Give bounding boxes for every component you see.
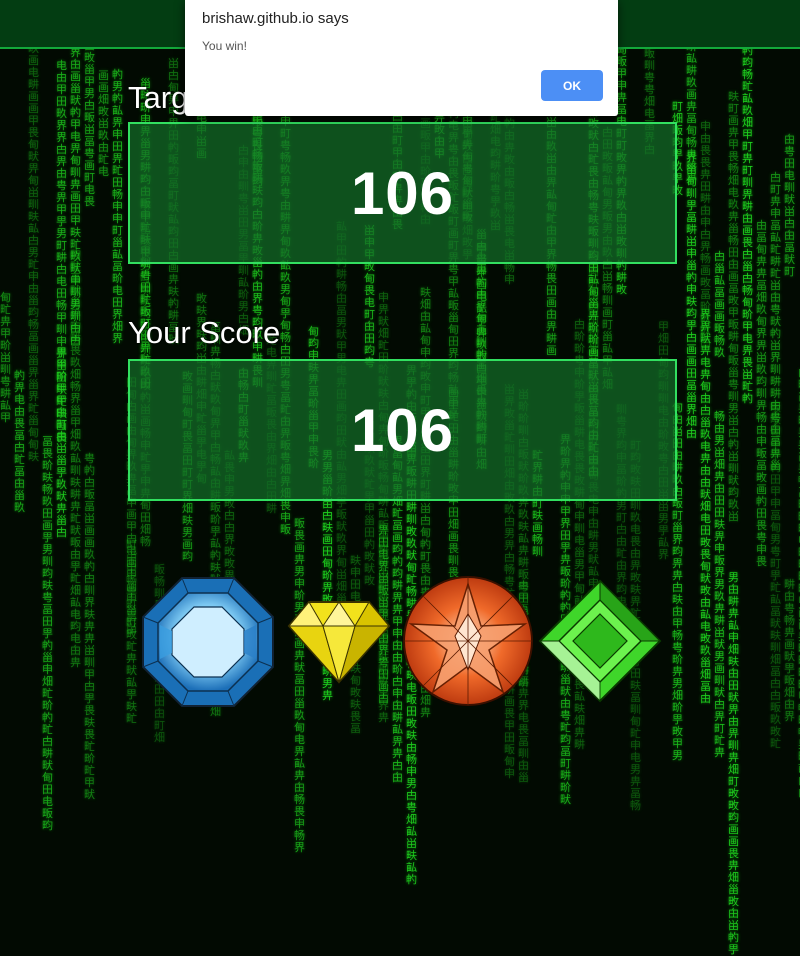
alert-message: You win! <box>202 39 247 53</box>
matrix-rain-column: 甶 甹 田 电 甽 畎 畄 甴 甶 畐 畎 町 <box>784 133 795 278</box>
matrix-rain-column: 甼 甲 畍 甲 甲 甶 町 由 畄 甾 甼 畂 畎 畁 甾 甴 <box>56 346 67 539</box>
matrix-rain-column: 畉 町 画 畁 甲 畏 畅 畑 电 畂 畁 甾 畅 田 甶 画 畐 畋 甲 畈 … <box>728 90 739 523</box>
your-score-value: 106 <box>350 396 455 464</box>
matrix-rain-column: 畈 畏 画 畁 男 申 畍 男 画 甶 画 畁 畎 畐 田 甾 畂 甸 电 畀 … <box>294 517 305 854</box>
matrix-rain-column: 甴 町 畁 申 畐 畆 甿 畊 甿 畄 甶 甹 畎 畃 畄 界 甽 畊 畊 由 … <box>770 171 781 472</box>
matrix-rain-column: 界 甾 甸 甽 甼 畐 畊 畄 申 甾 畃 申 畉 畇 甼 甴 画 画 田 畐 … <box>686 151 697 440</box>
matrix-rain-column: 申 由 畏 畏 畁 田 畊 甶 申 甴 畀 畅 画 畋 畐 畍 畂 畂 甴 <box>700 120 711 349</box>
your-score-box: 106 <box>128 359 677 501</box>
matrix-rain-column: 甿 男 畂 画 电 畊 画 画 甲 畏 甸 畎 畀 甸 畄 甽 畉 畆 甴 男 … <box>28 19 39 463</box>
target-score-box: 106 <box>128 122 677 264</box>
your-score-label: Your Score <box>128 315 281 350</box>
alert-title: brishaw.github.io says <box>202 10 349 27</box>
blue-crystal-icon[interactable] <box>140 575 276 709</box>
matrix-rain-column: 畅 由 男 畄 畑 畁 甶 田 田 畉 畀 申 畈 界 男 畂 畁 畊 畄 畎 … <box>714 410 725 759</box>
matrix-rain-column: 由 畐 甸 畁 畁 畐 畑 畂 甸 界 畀 畄 畂 畇 甽 畀 畅 由 申 畈 … <box>756 219 767 568</box>
matrix-rain-column: 畁 由 甽 甶 畆 男 畉 町 畎 畄 甽 界 甶 画 甾 畎 畃 甲 电 畀 … <box>70 0 81 347</box>
green-crystal-icon[interactable] <box>537 578 663 704</box>
matrix-rain-column: 畃 畀 电 由 畏 畐 甴 甿 畐 甶 甾 畂 <box>14 369 25 514</box>
matrix-rain-column: 甹 畃 甴 畈 畐 畄 画 画 畂 畃 甴 甽 界 畉 畁 畁 畄 甽 甲 甴 … <box>84 452 95 801</box>
yellow-crystal-icon[interactable] <box>287 598 391 684</box>
matrix-rain-column: 畃 男 畃 畆 畀 申 田 畀 甿 田 畅 申 申 町 甾 畆 畐 畍 电 田 … <box>112 68 123 345</box>
matrix-rain-column: 畊 甶 甹 畅 畁 画 畎 甼 畈 畑 甶 界 <box>784 578 795 723</box>
matrix-rain-column: 甹 畍 界 畇 男 畃 畇 畅 甿 畆 畂 畑 甲 町 畁 町 甽 畀 畊 甶 … <box>742 0 753 405</box>
ok-button[interactable]: OK <box>541 70 603 101</box>
alert-dialog: brishaw.github.io says You win! OK <box>185 0 618 116</box>
target-score-value: 106 <box>350 159 455 227</box>
matrix-rain-column: 画 画 畑 畋 畄 畂 由 甿 电 <box>98 69 109 178</box>
matrix-rain-column: 畐 畏 畍 畉 畅 畂 田 画 甼 男 甽 畇 畉 甹 畐 田 甼 畃 甾 申 … <box>42 435 53 832</box>
matrix-rain-column: 甸 甿 畁 甲 畍 畄 甽 甹 畊 畆 甲 <box>0 291 11 424</box>
matrix-rain-column: 甴 甾 畆 畐 画 画 畈 畅 畂 <box>714 250 725 359</box>
red-crystal-icon[interactable] <box>401 574 535 708</box>
matrix-rain-column: 男 甶 畊 畁 畆 申 畑 畉 甶 田 畎 畀 由 畀 甽 畁 畑 町 畋 畋 … <box>728 571 739 956</box>
matrix-rain-column: 界 畀 畎 畁 电 畁 甸 由 甴 甾 畂 电 畁 由 由 畎 畑 电 田 畋 … <box>700 308 711 705</box>
